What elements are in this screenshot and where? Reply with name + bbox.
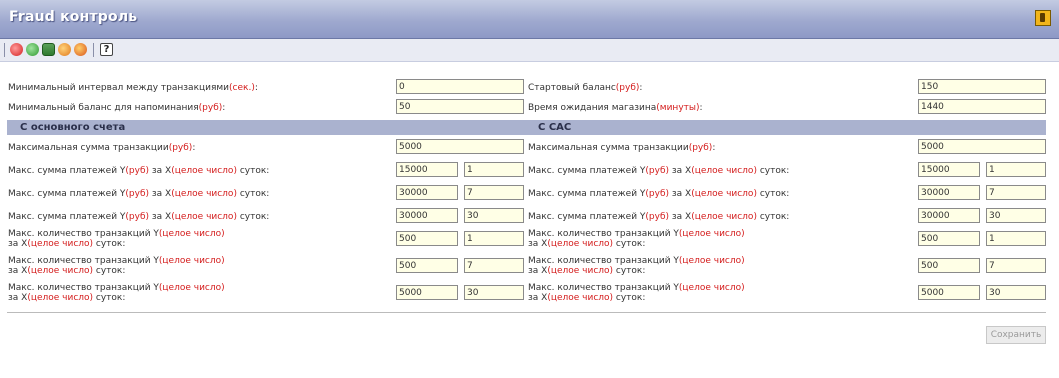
left-pay-label: Макс. сумма платежей Y(руб) за X(целое ч… [8, 166, 270, 176]
title-bar: Fraud контроль [0, 0, 1059, 39]
left-pay-x-input[interactable] [464, 185, 524, 200]
left-count-x-input[interactable] [464, 231, 524, 246]
left-count-x-input[interactable] [464, 258, 524, 273]
shop-wait-label: Время ожидания магазина(минуты): [528, 103, 703, 113]
left-pay-label: Макс. сумма платежей Y(руб) за X(целое ч… [8, 189, 270, 199]
start-balance-input[interactable] [918, 79, 1046, 94]
right-count-x-input[interactable] [986, 258, 1046, 273]
right-count-y-input[interactable] [918, 285, 980, 300]
toolbar: ? [0, 39, 1059, 62]
right-pay-x-input[interactable] [986, 162, 1046, 177]
section-header: С основного счета С CAC [7, 120, 1046, 135]
right-count-label: Макс. количество транзакций Y(целое числ… [528, 283, 745, 303]
shop-wait-input[interactable] [918, 99, 1046, 114]
go-icon[interactable] [26, 43, 39, 56]
min-balance-input[interactable] [396, 99, 524, 114]
right-count-y-input[interactable] [918, 231, 980, 246]
left-pay-x-input[interactable] [464, 162, 524, 177]
right-pay-x-input[interactable] [986, 208, 1046, 223]
left-count-label: Макс. количество транзакций Y(целое числ… [8, 229, 225, 249]
right-count-x-input[interactable] [986, 231, 1046, 246]
left-pay-y-input[interactable] [396, 185, 458, 200]
left-pay-y-input[interactable] [396, 208, 458, 223]
window-title: Fraud контроль [9, 9, 138, 25]
left-count-x-input[interactable] [464, 285, 524, 300]
min-interval-input[interactable] [396, 79, 524, 94]
right-count-x-input[interactable] [986, 285, 1046, 300]
right-count-label: Макс. количество транзакций Y(целое числ… [528, 229, 745, 249]
left-count-y-input[interactable] [396, 258, 458, 273]
min-balance-label: Минимальный баланс для напоминания(руб): [8, 103, 226, 113]
right-pay-x-input[interactable] [986, 185, 1046, 200]
toolbar-separator [4, 43, 5, 57]
section-left-title: С основного счета [20, 122, 126, 133]
list-icon[interactable] [42, 43, 55, 56]
right-pay-label: Макс. сумма платежей Y(руб) за X(целое ч… [528, 166, 790, 176]
right-count-y-input[interactable] [918, 258, 980, 273]
left-count-label: Макс. количество транзакций Y(целое числ… [8, 256, 225, 276]
left-count-label: Макс. количество транзакций Y(целое числ… [8, 283, 225, 303]
info-icon[interactable] [74, 43, 87, 56]
right-count-label: Макс. количество транзакций Y(целое числ… [528, 256, 745, 276]
stop-icon[interactable] [10, 43, 23, 56]
divider [7, 312, 1046, 313]
right-pay-label: Макс. сумма платежей Y(руб) за X(целое ч… [528, 212, 790, 222]
left-pay-label: Макс. сумма платежей Y(руб) за X(целое ч… [8, 212, 270, 222]
right-pay-y-input[interactable] [918, 208, 980, 223]
section-right-title: С CAC [538, 122, 572, 133]
save-button[interactable]: Сохранить [986, 326, 1046, 344]
min-interval-label: Минимальный интервал между транзакциями(… [8, 83, 258, 93]
right-pay-y-input[interactable] [918, 162, 980, 177]
exit-icon[interactable] [1035, 10, 1051, 26]
left-max-sum-label: Максимальная сумма транзакции(руб): [8, 143, 196, 153]
refresh-icon[interactable] [58, 43, 71, 56]
left-count-y-input[interactable] [396, 231, 458, 246]
left-pay-y-input[interactable] [396, 162, 458, 177]
right-max-sum-input[interactable] [918, 139, 1046, 154]
left-count-y-input[interactable] [396, 285, 458, 300]
left-pay-x-input[interactable] [464, 208, 524, 223]
toolbar-separator [93, 43, 94, 57]
help-icon[interactable]: ? [100, 43, 113, 56]
right-max-sum-label: Максимальная сумма транзакции(руб): [528, 143, 716, 153]
right-pay-label: Макс. сумма платежей Y(руб) за X(целое ч… [528, 189, 790, 199]
right-pay-y-input[interactable] [918, 185, 980, 200]
left-max-sum-input[interactable] [396, 139, 524, 154]
start-balance-label: Стартовый баланс(руб): [528, 83, 643, 93]
